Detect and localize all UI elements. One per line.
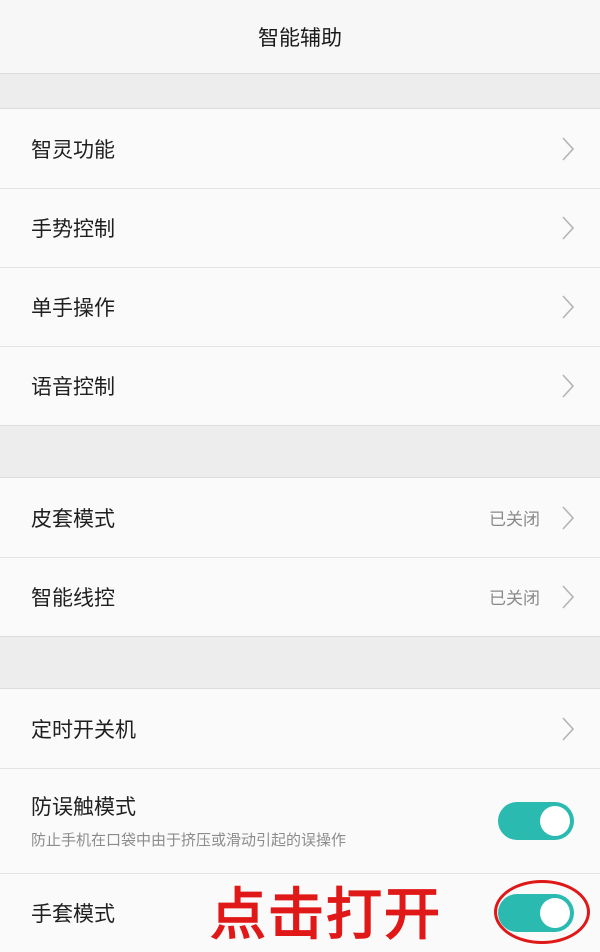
row-cover-mode[interactable]: 皮套模式 已关闭 xyxy=(0,478,600,557)
row-label: 定时开关机 xyxy=(31,717,136,742)
row-one-hand[interactable]: 单手操作 xyxy=(0,267,600,346)
row-description: 防止手机在口袋中由于挤压或滑动引起的误操作 xyxy=(31,831,347,849)
row-smart-wire-control[interactable]: 智能线控 已关闭 xyxy=(0,557,600,636)
toggle-knob xyxy=(540,805,570,836)
row-voice-control[interactable]: 语音控制 xyxy=(0,346,600,425)
chevron-right-icon xyxy=(562,373,574,398)
status-text: 已关闭 xyxy=(489,589,540,609)
chevron-right-icon xyxy=(562,716,574,741)
row-mistouch-mode[interactable]: 防误触模式 防止手机在口袋中由于挤压或滑动引起的误操作 xyxy=(0,768,600,873)
chevron-right-icon xyxy=(562,294,574,319)
row-label: 智灵功能 xyxy=(31,137,115,162)
row-zhiling[interactable]: 智灵功能 xyxy=(0,109,600,188)
row-label: 智能线控 xyxy=(31,585,115,610)
row-label: 语音控制 xyxy=(31,374,115,399)
row-scheduled-power[interactable]: 定时开关机 xyxy=(0,689,600,768)
row-label: 皮套模式 xyxy=(31,506,115,531)
section-spacer xyxy=(0,425,600,477)
chevron-right-icon xyxy=(562,136,574,161)
section-spacer xyxy=(0,74,600,108)
row-label: 手势控制 xyxy=(31,216,115,241)
annotation-label: 点击打开 xyxy=(210,883,442,948)
mistouch-toggle[interactable] xyxy=(498,801,574,840)
page-title: 智能辅助 xyxy=(258,25,342,50)
settings-group-assist: 智灵功能 手势控制 单手操作 语音控制 xyxy=(0,108,600,425)
settings-group-accessories: 皮套模式 已关闭 智能线控 已关闭 xyxy=(0,477,600,636)
chevron-right-icon xyxy=(562,215,574,240)
row-label: 防误触模式 xyxy=(31,795,136,819)
chevron-right-icon xyxy=(562,505,574,530)
chevron-right-icon xyxy=(562,584,574,609)
title-bar: 智能辅助 xyxy=(0,0,600,74)
row-gesture-control[interactable]: 手势控制 xyxy=(0,188,600,267)
row-textblock: 防误触模式 防止手机在口袋中由于挤压或滑动引起的误操作 xyxy=(31,791,498,850)
section-spacer xyxy=(0,636,600,688)
settings-screen: 智能辅助 智灵功能 手势控制 单手操作 语音控制 皮套模式 已关闭 智能线控 已 xyxy=(0,0,600,952)
row-label: 单手操作 xyxy=(31,295,115,320)
toggle-knob xyxy=(540,897,570,928)
glove-mode-toggle[interactable] xyxy=(498,893,574,932)
status-text: 已关闭 xyxy=(489,510,540,530)
